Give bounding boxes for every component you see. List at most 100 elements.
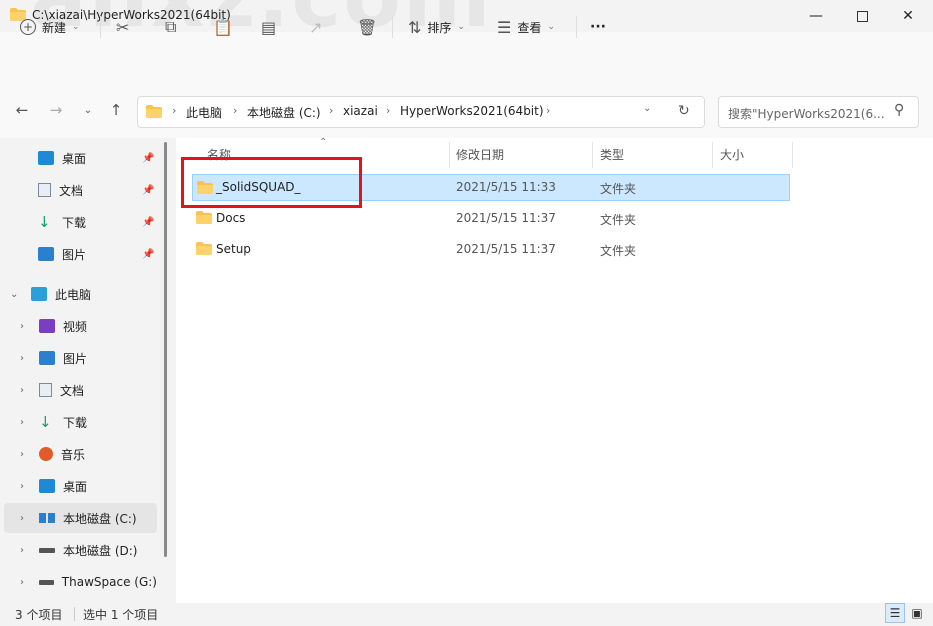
delete-button[interactable]: 🗑: [357, 14, 377, 40]
picture-icon: [39, 351, 55, 365]
chevron-right-icon[interactable]: ›: [20, 577, 24, 588]
video-icon: [39, 319, 55, 333]
desktop-icon: [38, 151, 54, 165]
search-input[interactable]: 搜索"HyperWorks2021(6...: [728, 105, 888, 122]
nav-scrollbar[interactable]: [164, 142, 167, 557]
breadcrumb-this-pc[interactable]: 此电脑: [186, 104, 222, 121]
close-icon: ✕: [902, 8, 914, 24]
nav-item-drive-d[interactable]: › 本地磁盘 (D:): [4, 535, 157, 565]
chevron-right-icon[interactable]: ›: [20, 513, 24, 524]
sort-button[interactable]: ⇅ 排序 ⌄: [408, 14, 465, 40]
chevron-down-icon[interactable]: ⌄: [10, 289, 18, 300]
file-modified: 2021/5/15 11:37: [456, 211, 556, 225]
desktop-icon: [39, 479, 55, 493]
recent-button[interactable]: ⌄: [76, 98, 100, 122]
nav-item-documents-pc[interactable]: › 文档: [4, 375, 157, 405]
computer-icon: [31, 287, 47, 301]
nav-item-drive-c[interactable]: › 本地磁盘 (C:): [4, 503, 157, 533]
drive-icon: [39, 547, 55, 553]
minimize-button[interactable]: —: [793, 0, 839, 32]
nav-item-this-pc[interactable]: ⌄ 此电脑: [4, 279, 157, 309]
column-header-size[interactable]: 大小: [720, 146, 744, 163]
file-type: 文件夹: [600, 244, 637, 258]
toolbar-divider: [576, 16, 577, 38]
back-button[interactable]: ←: [10, 98, 34, 122]
trash-icon: 🗑: [357, 17, 378, 37]
details-view-button[interactable]: ☰: [885, 603, 905, 623]
view-button[interactable]: ☰ 查看 ⌄: [497, 14, 555, 40]
file-row[interactable]: Docs 2021/5/15 11:37 文件夹: [192, 205, 790, 232]
minimize-icon: —: [809, 8, 823, 24]
scissors-icon: ✂: [116, 17, 130, 37]
details-view-icon: ☰: [889, 606, 901, 620]
toolbar-divider: [392, 16, 393, 38]
share-button[interactable]: ↗: [309, 14, 322, 40]
chevron-right-icon[interactable]: ›: [20, 321, 24, 332]
column-header-type[interactable]: 类型: [600, 146, 624, 163]
chevron-right-icon[interactable]: ›: [20, 545, 24, 556]
search-icon: ⚲: [894, 102, 905, 118]
pin-icon[interactable]: 📌: [142, 217, 154, 228]
preview-view-button[interactable]: ▣: [907, 603, 927, 623]
view-icon: ☰: [497, 17, 512, 37]
download-icon: ↓: [38, 213, 51, 231]
copy-icon: ⧉: [165, 17, 177, 36]
column-divider[interactable]: [712, 142, 713, 168]
chevron-right-icon[interactable]: ›: [20, 353, 24, 364]
chevron-right-icon[interactable]: ›: [20, 417, 24, 428]
more-button[interactable]: ···: [590, 14, 606, 40]
view-label: 查看: [517, 20, 542, 35]
preview-pane-icon: ▣: [911, 606, 923, 620]
rename-button[interactable]: ▤: [261, 14, 276, 40]
cut-button[interactable]: ✂: [116, 14, 129, 40]
file-row[interactable]: Setup 2021/5/15 11:37 文件夹: [192, 236, 790, 263]
nav-label: 图片: [62, 247, 87, 262]
annotation-highlight-box: [181, 157, 362, 208]
pin-icon[interactable]: 📌: [142, 153, 154, 164]
column-header-modified[interactable]: 修改日期: [456, 146, 504, 163]
breadcrumb-xiazai[interactable]: xiazai: [343, 104, 378, 118]
chevron-right-icon[interactable]: ›: [20, 481, 24, 492]
forward-button[interactable]: →: [44, 98, 68, 122]
pin-icon[interactable]: 📌: [142, 249, 154, 260]
breadcrumb-drive-c[interactable]: 本地磁盘 (C:): [247, 104, 321, 121]
maximize-button[interactable]: [839, 0, 885, 32]
chevron-down-icon: ⌄: [547, 22, 555, 32]
close-button[interactable]: ✕: [885, 0, 931, 32]
arrow-right-icon: →: [49, 101, 63, 119]
refresh-icon[interactable]: ↻: [678, 103, 690, 119]
nav-item-downloads-pc[interactable]: › ↓ 下载: [4, 407, 157, 437]
pin-icon[interactable]: 📌: [142, 185, 154, 196]
nav-label: 此电脑: [55, 287, 92, 302]
nav-item-music[interactable]: › 音乐: [4, 439, 157, 469]
column-divider[interactable]: [792, 142, 793, 168]
nav-item-drive-g[interactable]: › ThawSpace (G:): [4, 567, 157, 597]
nav-item-documents[interactable]: 文档 📌: [4, 175, 157, 205]
column-divider[interactable]: [592, 142, 593, 168]
nav-label: 桌面: [62, 151, 87, 166]
drive-icon: [39, 579, 54, 585]
maximize-icon: [856, 10, 868, 22]
file-type: 文件夹: [600, 213, 637, 227]
column-divider[interactable]: [449, 142, 450, 168]
nav-item-desktop[interactable]: 桌面 📌: [4, 143, 157, 173]
nav-item-desktop-pc[interactable]: › 桌面: [4, 471, 157, 501]
chevron-right-icon[interactable]: ›: [20, 449, 24, 460]
up-button[interactable]: ↑: [104, 98, 128, 122]
document-icon: [39, 383, 52, 397]
sort-icon: ⇅: [408, 17, 422, 37]
chevron-right-icon[interactable]: ›: [20, 385, 24, 396]
nav-label: 图片: [63, 351, 88, 366]
breadcrumb-hyperworks[interactable]: HyperWorks2021(64bit): [400, 104, 544, 118]
new-button[interactable]: + 新建 ⌄: [20, 14, 80, 40]
nav-item-pictures[interactable]: 图片 📌: [4, 239, 157, 269]
nav-item-pictures-pc[interactable]: › 图片: [4, 343, 157, 373]
nav-item-videos[interactable]: › 视频: [4, 311, 157, 341]
windows-drive-icon: [39, 513, 55, 523]
nav-item-downloads[interactable]: ↓ 下载 📌: [4, 207, 157, 237]
nav-label: 本地磁盘 (C:): [63, 511, 137, 526]
address-history-dropdown[interactable]: ⌄: [643, 103, 651, 114]
copy-button[interactable]: ⧉: [165, 14, 176, 40]
nav-label: 本地磁盘 (D:): [63, 543, 138, 558]
paste-button[interactable]: 📋: [213, 14, 233, 40]
